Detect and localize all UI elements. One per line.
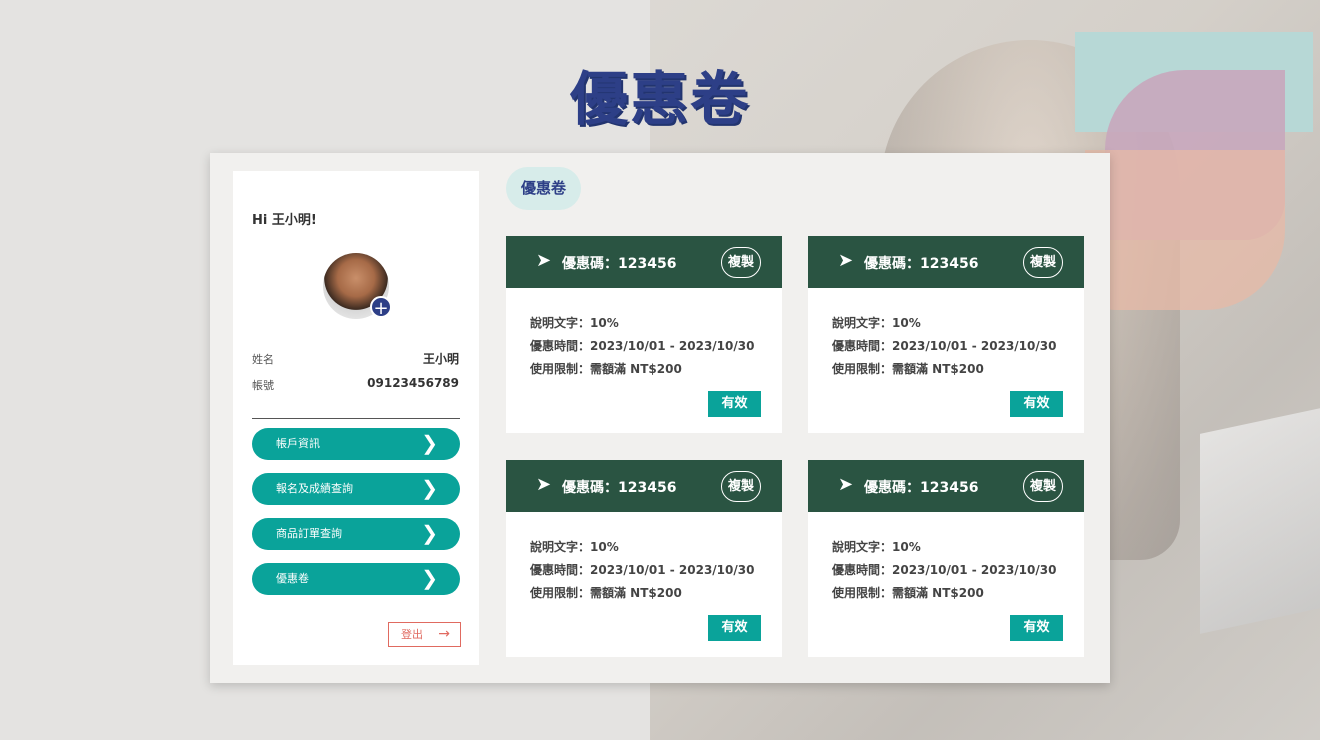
coupon-period: 優惠時間：2023/10/01 - 2023/10/30 bbox=[832, 563, 1057, 577]
main-panel: Hi 王小明! + 姓名 王小明 帳號 09123456789 帳戶資訊 ❯ 報… bbox=[210, 153, 1110, 683]
coupon-code: 優惠碼：123456 bbox=[864, 480, 979, 496]
coupon-details: 說明文字：10% 優惠時間：2023/10/01 - 2023/10/30 使用… bbox=[530, 538, 754, 607]
chevron-right-icon: ❯ bbox=[421, 566, 438, 590]
coupon-limit: 使用限制：需額滿 NT$200 bbox=[832, 362, 984, 376]
section-title: 優惠卷 bbox=[506, 167, 581, 210]
coupon-details: 說明文字：10% 優惠時間：2023/10/01 - 2023/10/30 使用… bbox=[832, 314, 1056, 383]
coupon-limit: 使用限制：需額滿 NT$200 bbox=[530, 362, 682, 376]
copy-button[interactable]: 複製 bbox=[721, 247, 761, 278]
nav-label: 商品訂單查詢 bbox=[276, 527, 342, 540]
coupon-card: ➤ 優惠碼：123456 複製 說明文字：10% 優惠時間：2023/10/01… bbox=[506, 460, 782, 657]
chevron-right-icon: ❯ bbox=[421, 431, 438, 455]
logout-label: 登出 bbox=[401, 628, 423, 641]
status-badge: 有效 bbox=[708, 615, 761, 641]
coupon-details: 說明文字：10% 優惠時間：2023/10/01 - 2023/10/30 使用… bbox=[832, 538, 1056, 607]
coupon-description: 說明文字：10% bbox=[832, 540, 921, 554]
plus-icon[interactable]: + bbox=[370, 296, 392, 319]
copy-button[interactable]: 複製 bbox=[1023, 471, 1063, 502]
coupon-period: 優惠時間：2023/10/01 - 2023/10/30 bbox=[530, 339, 755, 353]
nav-orders-button[interactable]: 商品訂單查詢 ❯ bbox=[252, 518, 460, 550]
coupon-code: 優惠碼：123456 bbox=[864, 256, 979, 272]
page-title: 優惠卷 bbox=[569, 65, 750, 133]
copy-button[interactable]: 複製 bbox=[721, 471, 761, 502]
copy-button[interactable]: 複製 bbox=[1023, 247, 1063, 278]
coupon-description: 說明文字：10% bbox=[530, 540, 619, 554]
nav-label: 帳戶資訊 bbox=[276, 437, 320, 450]
coupon-code: 優惠碼：123456 bbox=[562, 480, 677, 496]
sidebar: Hi 王小明! + 姓名 王小明 帳號 09123456789 帳戶資訊 ❯ 報… bbox=[233, 171, 479, 665]
coupon-card: ➤ 優惠碼：123456 複製 說明文字：10% 優惠時間：2023/10/01… bbox=[808, 460, 1084, 657]
coupon-description: 說明文字：10% bbox=[530, 316, 619, 330]
coupon-period: 優惠時間：2023/10/01 - 2023/10/30 bbox=[530, 563, 755, 577]
greeting: Hi 王小明! bbox=[252, 213, 317, 228]
name-label: 姓名 bbox=[252, 353, 274, 366]
coupon-code: 優惠碼：123456 bbox=[562, 256, 677, 272]
coupon-limit: 使用限制：需額滿 NT$200 bbox=[832, 586, 984, 600]
coupon-period: 優惠時間：2023/10/01 - 2023/10/30 bbox=[832, 339, 1057, 353]
name-value: 王小明 bbox=[422, 352, 459, 366]
coupon-header: ➤ 優惠碼：123456 複製 bbox=[506, 460, 782, 512]
send-icon: ➤ bbox=[838, 250, 854, 271]
nav-registration-button[interactable]: 報名及成績查詢 ❯ bbox=[252, 473, 460, 505]
background-laptop bbox=[1200, 406, 1320, 634]
nav-account-info-button[interactable]: 帳戶資訊 ❯ bbox=[252, 428, 460, 460]
account-row: 帳號 09123456789 bbox=[252, 376, 459, 393]
status-badge: 有效 bbox=[1010, 391, 1063, 417]
chevron-right-icon: ❯ bbox=[421, 476, 438, 500]
coupon-limit: 使用限制：需額滿 NT$200 bbox=[530, 586, 682, 600]
name-row: 姓名 王小明 bbox=[252, 351, 459, 367]
logout-button[interactable]: 登出 → bbox=[388, 622, 461, 647]
status-badge: 有效 bbox=[708, 391, 761, 417]
decor-peach-shape bbox=[1085, 150, 1285, 310]
coupon-card: ➤ 優惠碼：123456 複製 說明文字：10% 優惠時間：2023/10/01… bbox=[506, 236, 782, 433]
divider bbox=[252, 418, 460, 419]
coupon-header: ➤ 優惠碼：123456 複製 bbox=[808, 236, 1084, 288]
account-label: 帳號 bbox=[252, 379, 274, 392]
status-badge: 有效 bbox=[1010, 615, 1063, 641]
nav-label: 報名及成績查詢 bbox=[276, 482, 353, 495]
coupon-header: ➤ 優惠碼：123456 複製 bbox=[808, 460, 1084, 512]
arrow-right-icon: → bbox=[438, 626, 450, 642]
nav-label: 優惠卷 bbox=[276, 572, 309, 585]
chevron-right-icon: ❯ bbox=[421, 521, 438, 545]
nav-coupons-button[interactable]: 優惠卷 ❯ bbox=[252, 563, 460, 595]
coupon-description: 說明文字：10% bbox=[832, 316, 921, 330]
send-icon: ➤ bbox=[536, 250, 552, 271]
coupon-details: 說明文字：10% 優惠時間：2023/10/01 - 2023/10/30 使用… bbox=[530, 314, 754, 383]
account-value: 09123456789 bbox=[367, 376, 459, 390]
send-icon: ➤ bbox=[838, 474, 854, 495]
coupon-card: ➤ 優惠碼：123456 複製 說明文字：10% 優惠時間：2023/10/01… bbox=[808, 236, 1084, 433]
send-icon: ➤ bbox=[536, 474, 552, 495]
coupon-header: ➤ 優惠碼：123456 複製 bbox=[506, 236, 782, 288]
